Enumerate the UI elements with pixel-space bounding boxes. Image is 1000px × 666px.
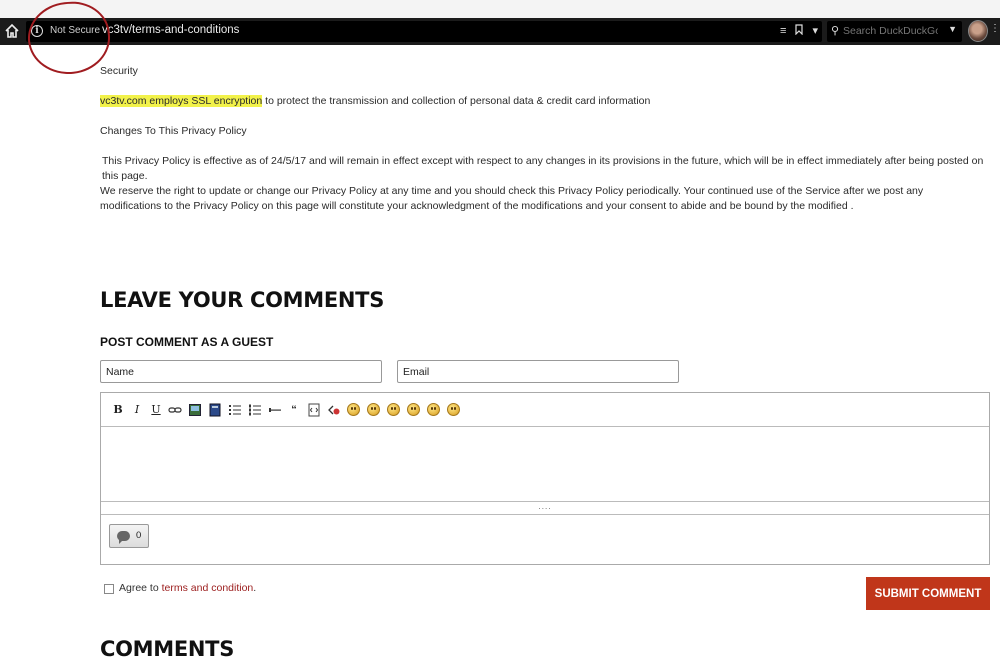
agree-checkbox[interactable]	[104, 584, 114, 594]
menu-icon[interactable]: ⋮	[990, 23, 1000, 41]
info-icon[interactable]: i	[31, 25, 43, 37]
underline-button[interactable]: U	[149, 403, 163, 417]
bookmark-icon[interactable]	[795, 23, 804, 40]
address-bar[interactable]: i Not Secure vc3tv/terms-and-conditions …	[26, 21, 822, 42]
search-bar[interactable]: ⚲ ▼	[827, 21, 962, 42]
spoiler-icon[interactable]	[327, 403, 341, 417]
speech-bubble-icon	[117, 531, 130, 544]
horizontal-rule-icon[interactable]	[268, 403, 282, 417]
submit-comment-button[interactable]: SUBMIT COMMENT	[866, 577, 990, 610]
bold-button[interactable]: B	[111, 403, 125, 417]
code-icon[interactable]	[307, 403, 321, 417]
reserve-paragraph: We reserve the right to update or change…	[100, 185, 924, 212]
email-field[interactable]	[397, 360, 679, 383]
search-engine-dropdown-icon[interactable]: ▼	[948, 24, 957, 34]
image-icon[interactable]	[188, 403, 202, 417]
search-input[interactable]	[843, 23, 938, 39]
comments-title: COMMENTS	[100, 637, 235, 661]
window-top-strip	[0, 0, 1000, 18]
agree-prefix: Agree to	[119, 582, 162, 594]
comment-count-button[interactable]: 0	[109, 524, 149, 548]
effective-paragraph: This Privacy Policy is effective as of 2…	[102, 155, 984, 182]
profile-avatar[interactable]	[968, 20, 988, 42]
leave-comments-title: LEAVE YOUR COMMENTS	[100, 288, 385, 312]
security-label[interactable]: Not Secure	[50, 25, 100, 36]
editor-toolbar: B I U “	[101, 393, 989, 427]
guest-heading: POST COMMENT AS A GUEST	[100, 335, 274, 349]
comment-count: 0	[136, 530, 142, 541]
tongue-emoji-icon[interactable]	[407, 403, 420, 416]
smile-emoji-icon[interactable]	[347, 403, 360, 416]
terms-link[interactable]: terms and condition	[162, 582, 254, 594]
search-icon: ⚲	[831, 25, 840, 37]
agree-suffix: .	[253, 582, 257, 594]
resize-handle[interactable]: ....	[101, 501, 989, 515]
italic-button[interactable]: I	[130, 403, 144, 417]
comment-editor: B I U “ .... 0	[100, 392, 990, 565]
browser-toolbar: i Not Secure vc3tv/terms-and-conditions …	[0, 18, 1000, 45]
home-icon[interactable]	[4, 22, 20, 40]
chevron-down-icon[interactable]: ▾	[812, 24, 818, 39]
ssl-paragraph: vc3tv.com employs SSL encryption to prot…	[100, 94, 650, 109]
surprised-emoji-icon[interactable]	[387, 403, 400, 416]
grin-emoji-icon[interactable]	[367, 403, 380, 416]
security-heading: Security	[100, 65, 138, 77]
video-icon[interactable]	[208, 403, 222, 417]
bullet-list-icon[interactable]	[228, 403, 242, 417]
numbered-list-icon[interactable]	[248, 403, 262, 417]
wink-emoji-icon[interactable]	[447, 403, 460, 416]
agree-label: Agree to terms and condition.	[119, 582, 256, 594]
comment-textarea[interactable]	[101, 427, 989, 501]
name-field[interactable]	[100, 360, 382, 383]
reader-view-icon[interactable]: ≡	[780, 24, 786, 39]
changes-heading: Changes To This Privacy Policy	[100, 125, 247, 137]
ssl-highlighted-text: vc3tv.com employs SSL encryption	[100, 95, 263, 107]
url-text[interactable]: vc3tv/terms-and-conditions	[102, 24, 239, 36]
quote-button[interactable]: “	[287, 403, 301, 417]
ssl-rest-text: to protect the transmission and collecti…	[262, 95, 651, 107]
link-icon[interactable]	[168, 403, 182, 417]
sad-emoji-icon[interactable]	[427, 403, 440, 416]
